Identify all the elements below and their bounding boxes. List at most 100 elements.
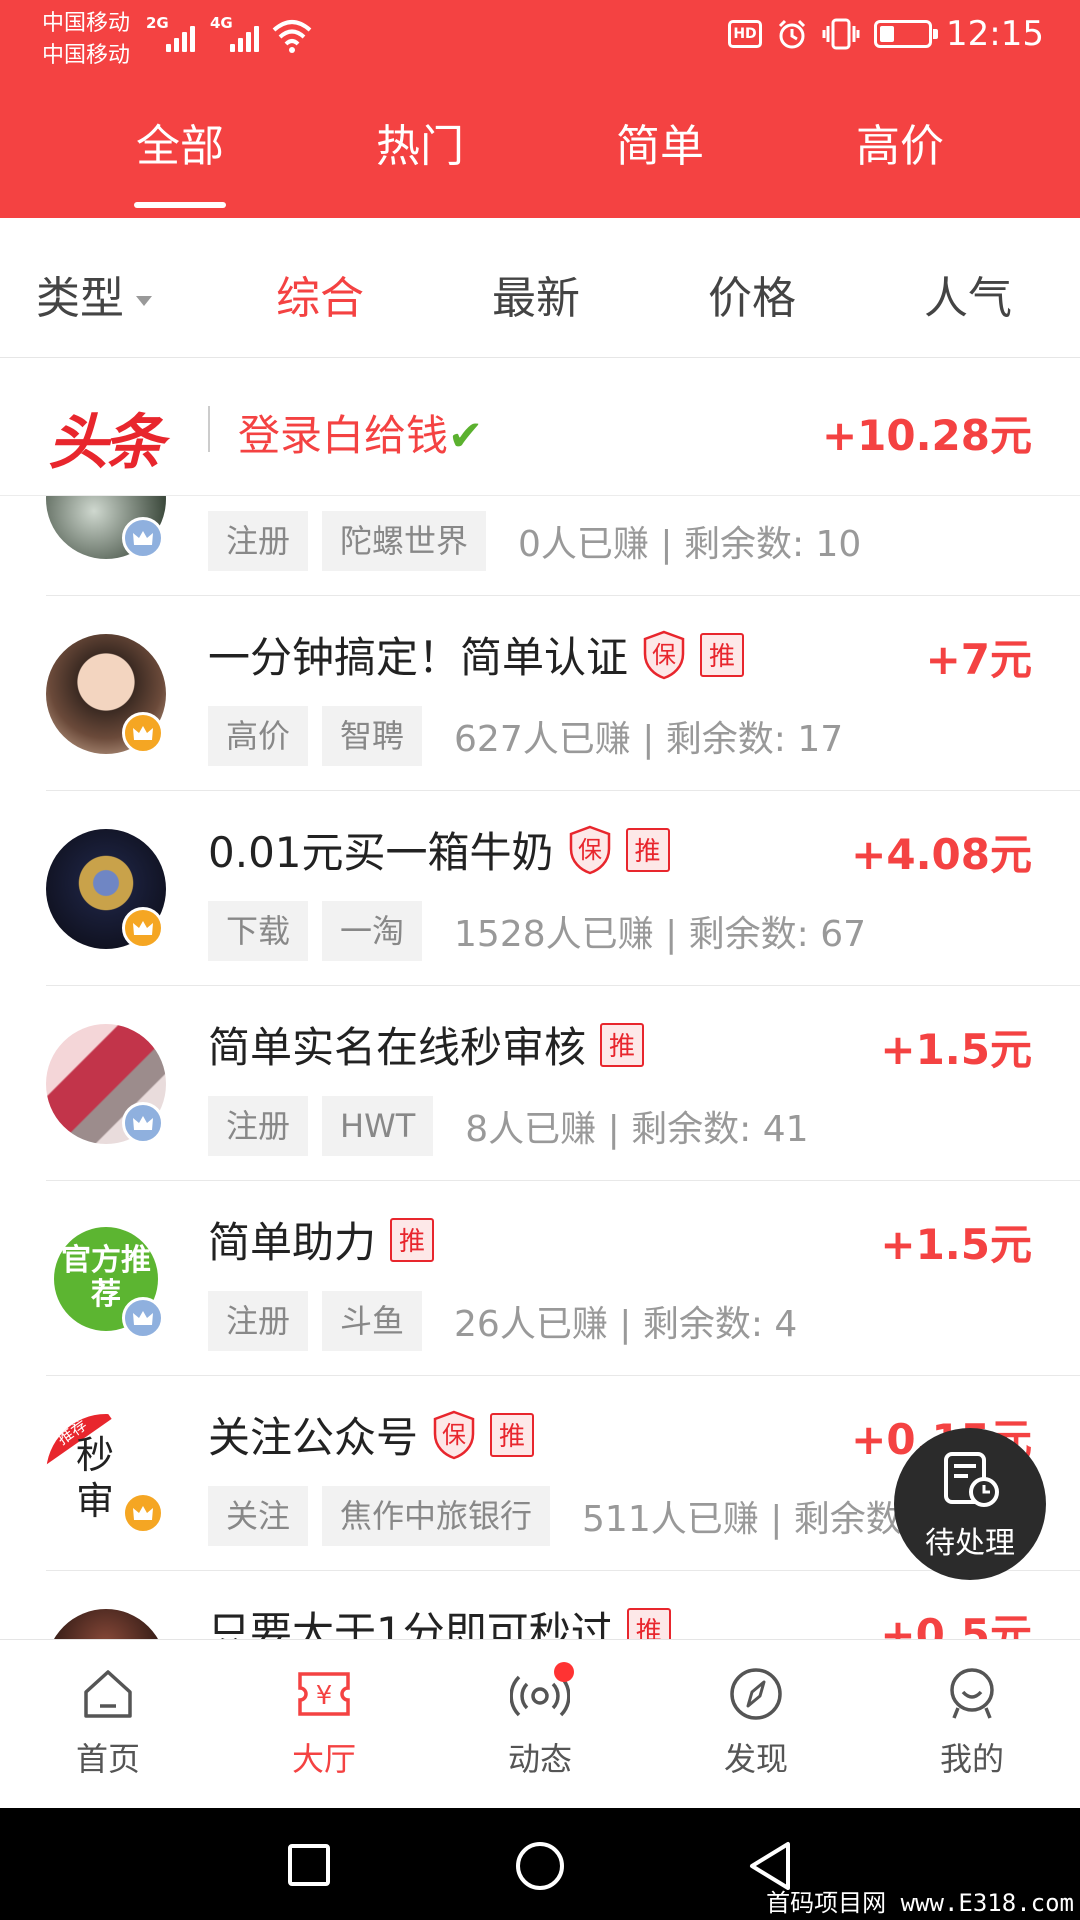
hd-icon: HD [728,20,763,48]
task-stats: 1528人已赚 | 剩余数: 67 [454,914,867,955]
task-tag: 一淘 [322,901,423,961]
crown-icon [122,1297,164,1339]
guarantee-badge-icon: 保 [643,630,685,679]
top-tab-bar: 全部 热门 简单 高价 [0,110,1080,210]
task-tag: 注册 [208,1291,309,1351]
nav-hall[interactable]: ¥ 大厅 [216,1640,432,1808]
crown-icon [122,1492,164,1534]
task-item[interactable]: 只要大于1分即可秒过 推 +0.5元 [0,1571,1080,1639]
task-tag: 陀螺世界 [322,511,487,571]
guarantee-badge-icon: 保 [569,825,610,874]
pending-label: 待处理 [925,1526,1015,1561]
recommend-badge: 推 [700,632,745,677]
tab-hot[interactable]: 热门 [300,110,540,210]
headline-amount: +10.28元 [821,411,1032,460]
task-stats: 0人已赚 | 剩余数: 10 [518,524,862,565]
signal-bars-1-icon [166,20,195,52]
task-tag: 高价 [208,706,309,766]
carrier-2: 中国移动 [42,43,131,68]
home-icon [84,1670,132,1718]
top-header: 中国移动 中国移动 2G 4G HD 12:15 全部 热门 简单 高价 [0,0,1080,218]
task-title-text: 0.01元买一箱牛奶 [208,828,554,877]
recommend-badge: 推 [390,1217,435,1262]
svg-text:¥: ¥ [316,1681,333,1711]
nav-profile-label: 我的 [939,1740,1004,1778]
tab-all[interactable]: 全部 [60,110,300,210]
task-tag: 智聘 [322,706,423,766]
recent-apps-icon[interactable] [288,1844,330,1886]
sort-latest[interactable]: 最新 [492,262,580,326]
task-title: 关注公众号 保 推 [208,1404,535,1465]
pending-fab-button[interactable]: 待处理 [894,1428,1046,1580]
wifi-icon [272,20,312,53]
task-tag: 注册 [208,511,309,571]
carrier-1: 中国移动 [42,11,131,36]
checkmark-icon: ✔ [448,411,484,460]
recommend-badge: 推 [490,1412,535,1457]
status-time: 12:15 [946,14,1044,54]
nav-activity[interactable]: 动态 [432,1640,648,1808]
guarantee-badge-label: 保 [578,836,602,864]
headline-banner[interactable]: 头条 登录白给钱✔ +10.28元 [0,358,1080,496]
crown-icon [122,1102,164,1144]
task-title: 0.01元买一箱牛奶 保 推 [208,819,670,880]
task-amount: +0.5元 [880,1610,1032,1639]
type-dropdown-label: 类型 [36,273,124,324]
task-tag: 注册 [208,1096,309,1156]
notification-dot [554,1662,574,1682]
nav-home-label: 首页 [75,1740,140,1778]
task-item[interactable]: 0.01元买一箱牛奶 保 推 +4.08元 下载 一淘 1528人已赚 | 剩余… [0,791,1080,986]
guarantee-badge-label: 保 [442,1421,466,1449]
task-title-text: 关注公众号 [208,1413,419,1462]
recommend-badge: 推 [600,1022,645,1067]
vibrate-icon [822,18,860,50]
alarm-icon [778,19,806,49]
home-circle-icon[interactable] [516,1842,564,1890]
system-nav-bar: 首码项目网 www.E318.com [0,1808,1080,1920]
profile-icon [950,1668,994,1719]
avatar [46,1609,166,1639]
task-title-text: 只要大于1分即可秒过 [208,1608,613,1639]
sort-popularity[interactable]: 人气 [924,262,1012,326]
sort-comprehensive[interactable]: 综合 [276,262,364,326]
hall-ticket-icon: ¥ [298,1672,350,1716]
task-stats: 26人已赚 | 剩余数: 4 [454,1304,798,1345]
sort-price[interactable]: 价格 [708,262,796,326]
task-title: 只要大于1分即可秒过 推 [208,1599,671,1639]
task-meta: 高价 智聘 627人已赚 | 剩余数: 17 [208,706,843,766]
nav-discover-label: 发现 [723,1740,788,1778]
task-title-text: 一分钟搞定！简单认证 [208,633,629,682]
nav-home[interactable]: 首页 [0,1640,216,1808]
recommend-badge: 推 [625,827,670,872]
pending-task-icon [944,1452,999,1507]
type-dropdown[interactable]: 类型 [36,262,152,326]
task-title-text: 简单实名在线秒审核 [208,1023,587,1072]
tab-simple[interactable]: 简单 [540,110,780,210]
task-amount: +1.5元 [880,1220,1032,1269]
recommend-badge: 推 [626,1607,671,1639]
task-item[interactable]: 官方推荐 简单助力 推 +1.5元 注册 斗鱼 26人已赚 | 剩余数: 4 [0,1181,1080,1376]
task-amount: +4.08元 [851,830,1032,879]
nav-profile[interactable]: 我的 [864,1640,1080,1808]
task-item[interactable]: 注册 陀螺世界 0人已赚 | 剩余数: 10 [0,496,1080,596]
task-tag: 下载 [208,901,309,961]
task-stats: 627人已赚 | 剩余数: 17 [454,719,844,760]
task-meta: 下载 一淘 1528人已赚 | 剩余数: 67 [208,901,866,961]
nav-activity-label: 动态 [507,1740,572,1778]
headline-text: 登录白给钱✔ [238,402,483,463]
task-stats: 8人已赚 | 剩余数: 41 [465,1109,809,1150]
tab-high-price[interactable]: 高价 [780,110,1020,210]
crown-icon [122,907,164,949]
status-right: HD 12:15 [728,14,1044,54]
task-title: 一分钟搞定！简单认证 保 推 [208,624,745,685]
task-meta: 注册 陀螺世界 0人已赚 | 剩余数: 10 [208,511,861,571]
task-title: 简单助力 推 [208,1209,435,1270]
carrier-info: 中国移动 中国移动 [42,8,130,72]
task-title: 简单实名在线秒审核 推 [208,1014,645,1075]
task-item[interactable]: 简单实名在线秒审核 推 +1.5元 注册 HWT 8人已赚 | 剩余数: 41 [0,986,1080,1181]
watermark: 首码项目网 www.E318.com [766,1889,1074,1917]
task-tag: 斗鱼 [322,1291,423,1351]
task-item[interactable]: 一分钟搞定！简单认证 保 推 +7元 高价 智聘 627人已赚 | 剩余数: 1… [0,596,1080,791]
nav-discover[interactable]: 发现 [648,1640,864,1808]
task-tag: 焦作中旅银行 [322,1486,551,1546]
